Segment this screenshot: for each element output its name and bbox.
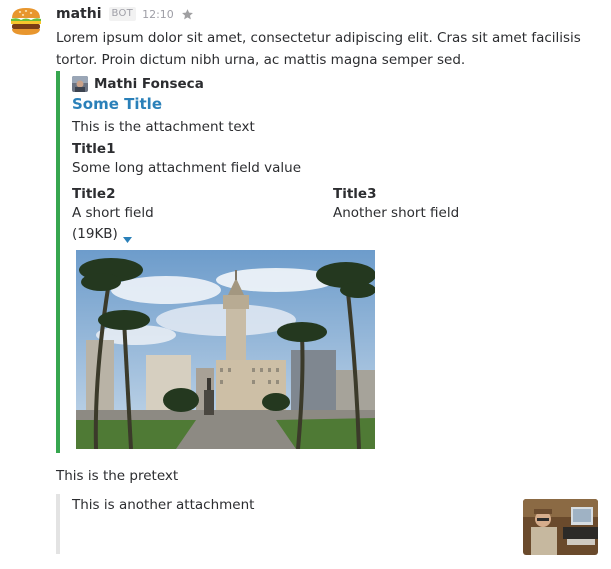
attachment-author: Mathi Fonseca	[72, 74, 204, 94]
attachment: Mathi Fonseca Some Title This is the att…	[56, 71, 480, 453]
image-size-label: (19KB)	[72, 226, 118, 242]
author-name: Mathi Fonseca	[94, 76, 204, 92]
field-title: Title1	[72, 141, 116, 157]
image-size-toggle[interactable]: (19KB)	[72, 226, 132, 243]
attachment-thumbnail[interactable]	[523, 499, 598, 555]
caret-down-icon[interactable]	[122, 231, 132, 243]
attachment-image[interactable]	[76, 250, 375, 449]
field-title: Title2	[72, 186, 116, 202]
field-value: Another short field	[333, 205, 460, 221]
bot-badge: BOT	[108, 7, 137, 21]
message-text: Lorem ipsum dolor sit amet, consectetur …	[56, 30, 581, 68]
message: mathi BOT 12:10 Lorem ipsum dolor sit am…	[0, 0, 611, 569]
attachment-text: This is the attachment text	[72, 119, 255, 135]
hamburger-icon[interactable]	[9, 6, 43, 36]
field-title: Title3	[333, 186, 377, 202]
pretext: This is the pretext	[56, 468, 179, 484]
attachment-title-link[interactable]: Some Title	[72, 95, 162, 113]
attachment: This is another attachment	[56, 494, 602, 555]
star-icon[interactable]	[181, 8, 194, 21]
field-value: A short field	[72, 205, 154, 221]
attachment-text: This is another attachment	[72, 497, 255, 513]
author-avatar-icon	[72, 76, 88, 92]
timestamp[interactable]: 12:10	[142, 8, 174, 21]
field-value: Some long attachment field value	[72, 160, 302, 176]
username[interactable]: mathi	[56, 6, 102, 22]
message-header: mathi BOT 12:10	[56, 4, 194, 24]
